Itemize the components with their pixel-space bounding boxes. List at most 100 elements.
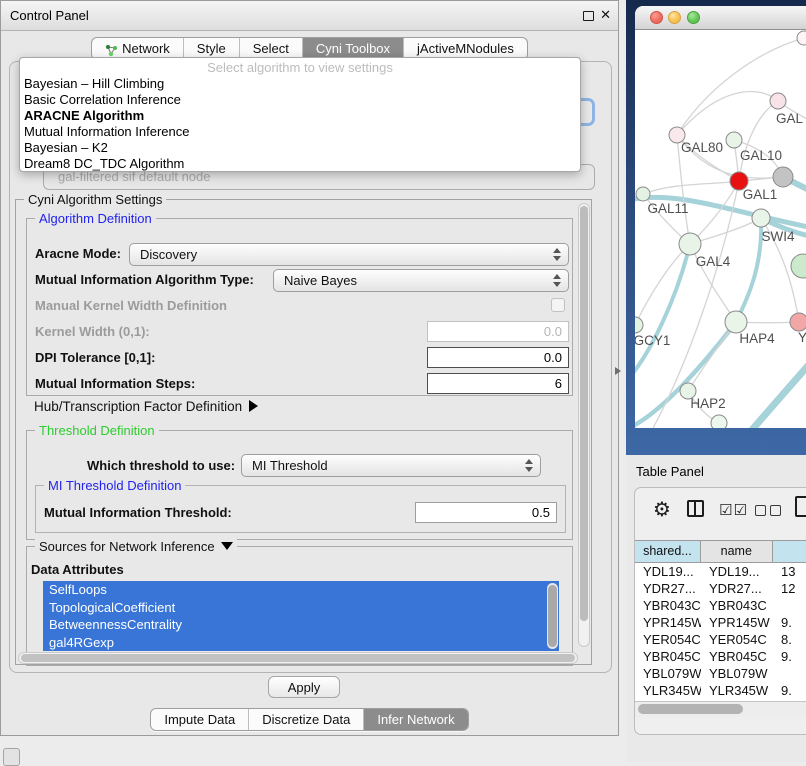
node-label-gal10: GAL10 — [740, 148, 782, 163]
control-panel-titlebar: Control Panel ✕ — [1, 1, 618, 31]
node-arc[interactable] — [797, 31, 806, 45]
table-cell: YER054C — [701, 631, 773, 648]
minimize-window-icon[interactable] — [668, 11, 681, 24]
tab-cyni-toolbox[interactable]: Cyni Toolbox — [302, 38, 403, 59]
node-gal4[interactable] — [679, 233, 701, 255]
node-label-gal11: GAL11 — [647, 201, 688, 216]
network-window: GALGAL80GAL10GAL1GAL11SWI4GAL4GCY1HAP4YH… — [635, 6, 806, 428]
mi-threshold-field[interactable]: 0.5 — [415, 502, 557, 523]
tab-select[interactable]: Select — [239, 38, 302, 59]
node-label-gcy1: GCY1 — [635, 333, 670, 348]
column-header-shared[interactable]: shared... — [634, 540, 701, 563]
node-salmon[interactable] — [790, 313, 806, 331]
tab-infer-network[interactable]: Infer Network — [363, 709, 467, 730]
tab-style[interactable]: Style — [183, 38, 239, 59]
dpi-tolerance-field[interactable]: 0.0 — [427, 347, 569, 368]
table-row[interactable]: YBR043CYBR043C — [635, 597, 806, 614]
manual-kernel-width-label: Manual Kernel Width Definition — [35, 297, 227, 315]
close-window-icon[interactable] — [650, 11, 663, 24]
table-horizontal-scrollbar[interactable] — [635, 701, 806, 717]
table-panel-title: Table Panel — [636, 464, 704, 479]
kernel-width-field[interactable]: 0.0 — [427, 321, 569, 342]
splitter-collapse-icon[interactable] — [615, 367, 621, 375]
hub-tf-definition-label: Hub/Transcription Factor Definition — [34, 399, 242, 414]
table-row[interactable]: YBR045CYBR045C9. — [635, 648, 806, 665]
table-rows: YDL19...YDL19...13YDR27...YDR27...12YBR0… — [635, 563, 806, 701]
network-window-titlebar[interactable] — [635, 6, 806, 30]
stepper-arrows-icon — [553, 273, 562, 288]
table-row[interactable]: YLR345WYLR345W9. — [635, 682, 806, 699]
close-panel-icon[interactable]: ✕ — [600, 7, 611, 23]
aracne-mode-combobox[interactable]: Discovery — [129, 243, 569, 266]
algorithm-option-bayesian-hill-climbing[interactable]: Bayesian – Hill Climbing — [20, 76, 580, 92]
attribute-item-betweennesscentrality[interactable]: BetweennessCentrality — [43, 616, 559, 634]
mi-algorithm-type-combobox[interactable]: Naive Bayes — [273, 269, 569, 292]
node-top-right[interactable] — [770, 93, 786, 109]
table-cell: 9. — [773, 682, 806, 699]
list-scrollbar[interactable] — [547, 583, 558, 649]
node-left[interactable] — [636, 187, 650, 201]
hub-tf-definition-toggle[interactable]: Hub/Transcription Factor Definition — [34, 398, 258, 416]
tab-jactivemnodules[interactable]: jActiveMNodules — [403, 38, 527, 59]
column-header-a[interactable]: A — [772, 540, 806, 563]
collapsed-panel-button[interactable] — [3, 748, 20, 766]
which-threshold-combobox[interactable]: MI Threshold — [241, 454, 541, 477]
node-right-large[interactable] — [791, 254, 806, 278]
node-gal10[interactable] — [726, 132, 742, 148]
column-header-name[interactable]: name — [700, 540, 773, 563]
node-label-gal80: GAL80 — [681, 140, 723, 155]
dpi-tolerance-value: 0.0 — [544, 350, 562, 365]
settings-vertical-scrollbar[interactable] — [578, 203, 590, 647]
zoom-window-icon[interactable] — [687, 11, 700, 24]
tab-impute-data[interactable]: Impute Data — [151, 709, 248, 730]
columns-icon[interactable] — [687, 500, 704, 517]
settings-horizontal-scrollbar[interactable] — [18, 652, 578, 664]
network-view-frame: GALGAL80GAL10GAL1GAL11SWI4GAL4GCY1HAP4YH… — [626, 0, 806, 455]
tab-discretize-data[interactable]: Discretize Data — [248, 709, 363, 730]
algorithm-option-aracne-algorithm[interactable]: ARACNE Algorithm — [20, 108, 580, 124]
algorithm-option-basic-correlation-inference[interactable]: Basic Correlation Inference — [20, 92, 580, 108]
table-row[interactable]: YDR27...YDR27...12 — [635, 580, 806, 597]
node-hap4[interactable] — [725, 311, 747, 333]
algorithm-definition-title: Algorithm Definition — [35, 211, 156, 226]
import-table-icon[interactable] — [795, 496, 806, 517]
stepper-arrows-icon — [525, 458, 534, 473]
gear-icon[interactable]: ⚙ — [653, 497, 671, 522]
attribute-item-topologicalcoefficient[interactable]: TopologicalCoefficient — [43, 599, 559, 617]
attribute-item-selfloops[interactable]: SelfLoops — [43, 581, 559, 599]
tab-jactivemnodules-label: jActiveMNodules — [417, 38, 514, 59]
data-attributes-list[interactable]: SelfLoopsTopologicalCoefficientBetweenne… — [43, 581, 559, 651]
threshold-definition-group: Threshold Definition Which threshold to … — [26, 430, 573, 540]
attribute-item-gal4rgexp[interactable]: gal4RGexp — [43, 634, 559, 652]
table-row[interactable]: YDL19...YDL19...13 — [635, 563, 806, 580]
table-cell: YDL19... — [635, 563, 701, 580]
tab-network[interactable]: Network — [92, 38, 183, 59]
algorithm-option-mutual-information-inference[interactable]: Mutual Information Inference — [20, 124, 580, 140]
tab-network-label: Network — [122, 38, 170, 59]
table-row[interactable]: YPR145WYPR145W9. — [635, 614, 806, 631]
network-canvas[interactable]: GALGAL80GAL10GAL1GAL11SWI4GAL4GCY1HAP4YH… — [635, 30, 806, 428]
table-cell — [773, 597, 806, 614]
node-swi4[interactable] — [752, 209, 770, 227]
float-panel-icon[interactable] — [583, 11, 594, 21]
mi-threshold-definition-group: MI Threshold Definition Mutual Informati… — [35, 485, 566, 533]
collapse-down-icon — [221, 542, 233, 550]
node-gcy1[interactable] — [635, 317, 643, 333]
table-cell: 9. — [773, 614, 806, 631]
apply-button[interactable]: Apply — [268, 676, 340, 698]
stepper-arrows-icon — [553, 247, 562, 262]
table-row[interactable]: YER054CYER054C8. — [635, 631, 806, 648]
algorithm-dropdown-popup: Select algorithm to view settings Bayesi… — [19, 57, 581, 172]
node-gray[interactable] — [773, 167, 793, 187]
algorithm-option-bayesian-k2[interactable]: Bayesian – K2 — [20, 140, 580, 156]
select-all-columns-icon[interactable]: ☑☑ — [719, 501, 748, 519]
table-row[interactable]: YBL079WYBL079W — [635, 665, 806, 682]
node-bottom[interactable] — [711, 415, 727, 428]
mi-steps-field[interactable]: 6 — [427, 373, 569, 394]
algorithm-option-dream8-dc-tdc-algorithm[interactable]: Dream8 DC_TDC Algorithm — [20, 156, 580, 172]
algorithm-definition-group: Algorithm Definition Aracne Mode: Discov… — [26, 218, 573, 396]
deselect-all-columns-icon[interactable] — [755, 503, 785, 521]
sources-group-title[interactable]: Sources for Network Inference — [35, 539, 237, 554]
control-panel-window: Control Panel ✕ Network StyleSelectCyni T… — [0, 0, 619, 736]
manual-kernel-width-checkbox[interactable] — [551, 298, 565, 312]
